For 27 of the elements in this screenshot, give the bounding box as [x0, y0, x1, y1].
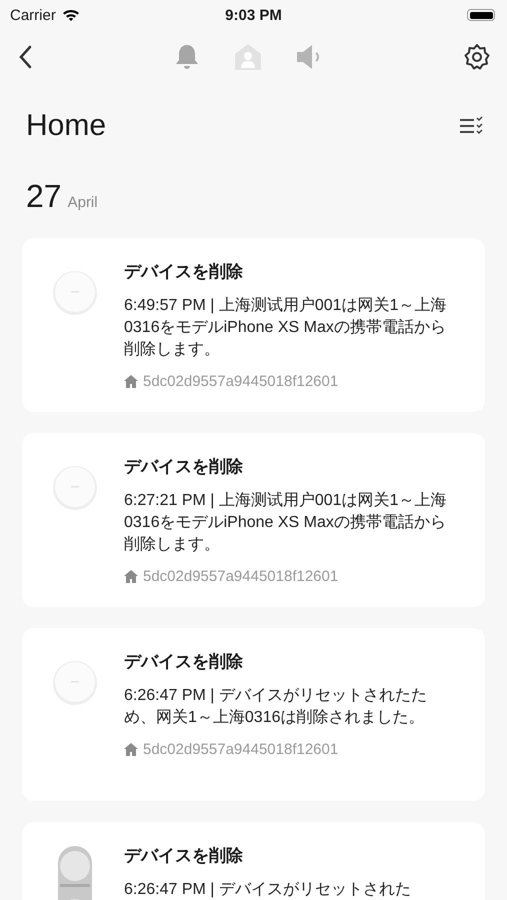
home-id: 5dc02d9557a9445018f12601 — [143, 568, 338, 585]
home-id: 5dc02d9557a9445018f12601 — [143, 373, 338, 390]
event-card[interactable]: デバイスを削除 6:27:21 PM | 上海测试用户001は网关1～上海0316をモデルiPhone XS Maxの携帯電話から削除します。 5dc02d9557a9445018f12601 — [22, 433, 485, 607]
carrier-label: Carrier — [10, 6, 56, 24]
event-message: 6:26:47 PM | デバイスがリセットされたため、网关1～上海0316は削除されました。 — [124, 686, 428, 728]
home-icon — [124, 570, 138, 583]
event-title: デバイスを削除 — [124, 456, 244, 478]
event-message: 6:26:47 PM | デバイスがリセットされた — [124, 880, 412, 900]
date-month: April — [68, 194, 98, 211]
page-title: Home — [26, 109, 106, 143]
event-title: デバイスを削除 — [124, 651, 244, 673]
wifi-icon — [62, 8, 80, 22]
home-icon — [124, 743, 138, 756]
event-message: 6:49:57 PM | 上海测试用户001は网关1～上海0316をモデルiPhone XS Maxの携帯電話から削除します。 — [124, 296, 448, 360]
settings-icon[interactable] — [463, 43, 491, 71]
event-card[interactable]: デバイスを削除 6:49:57 PM | 上海测试用户001は网关1～上海0316をモデルiPhone XS Maxの携帯電話から削除します。 5dc02d9557a9445018f12601 — [22, 238, 485, 412]
event-title: デバイスを削除 — [124, 845, 244, 867]
clock: 9:03 PM — [225, 6, 282, 24]
event-title: デバイスを削除 — [124, 261, 244, 283]
home-id: 5dc02d9557a9445018f12601 — [143, 741, 338, 758]
event-card[interactable]: デバイスを削除 6:26:47 PM | デバイスがリセットされたため、网关1～上海0316は削除されました。 5dc02d9557a9445018f12601 — [22, 628, 485, 801]
battery-icon — [467, 9, 495, 21]
event-card[interactable]: デバイスを削除 6:26:47 PM | デバイスがリセットされた — [22, 822, 485, 900]
date-day: 27 — [26, 178, 62, 215]
home-icon — [124, 375, 138, 388]
filter-list-icon[interactable] — [459, 116, 483, 136]
event-message: 6:27:21 PM | 上海测试用户001は网关1～上海0316をモデルiPhone XS Maxの携帯電話から削除します。 — [124, 490, 448, 555]
